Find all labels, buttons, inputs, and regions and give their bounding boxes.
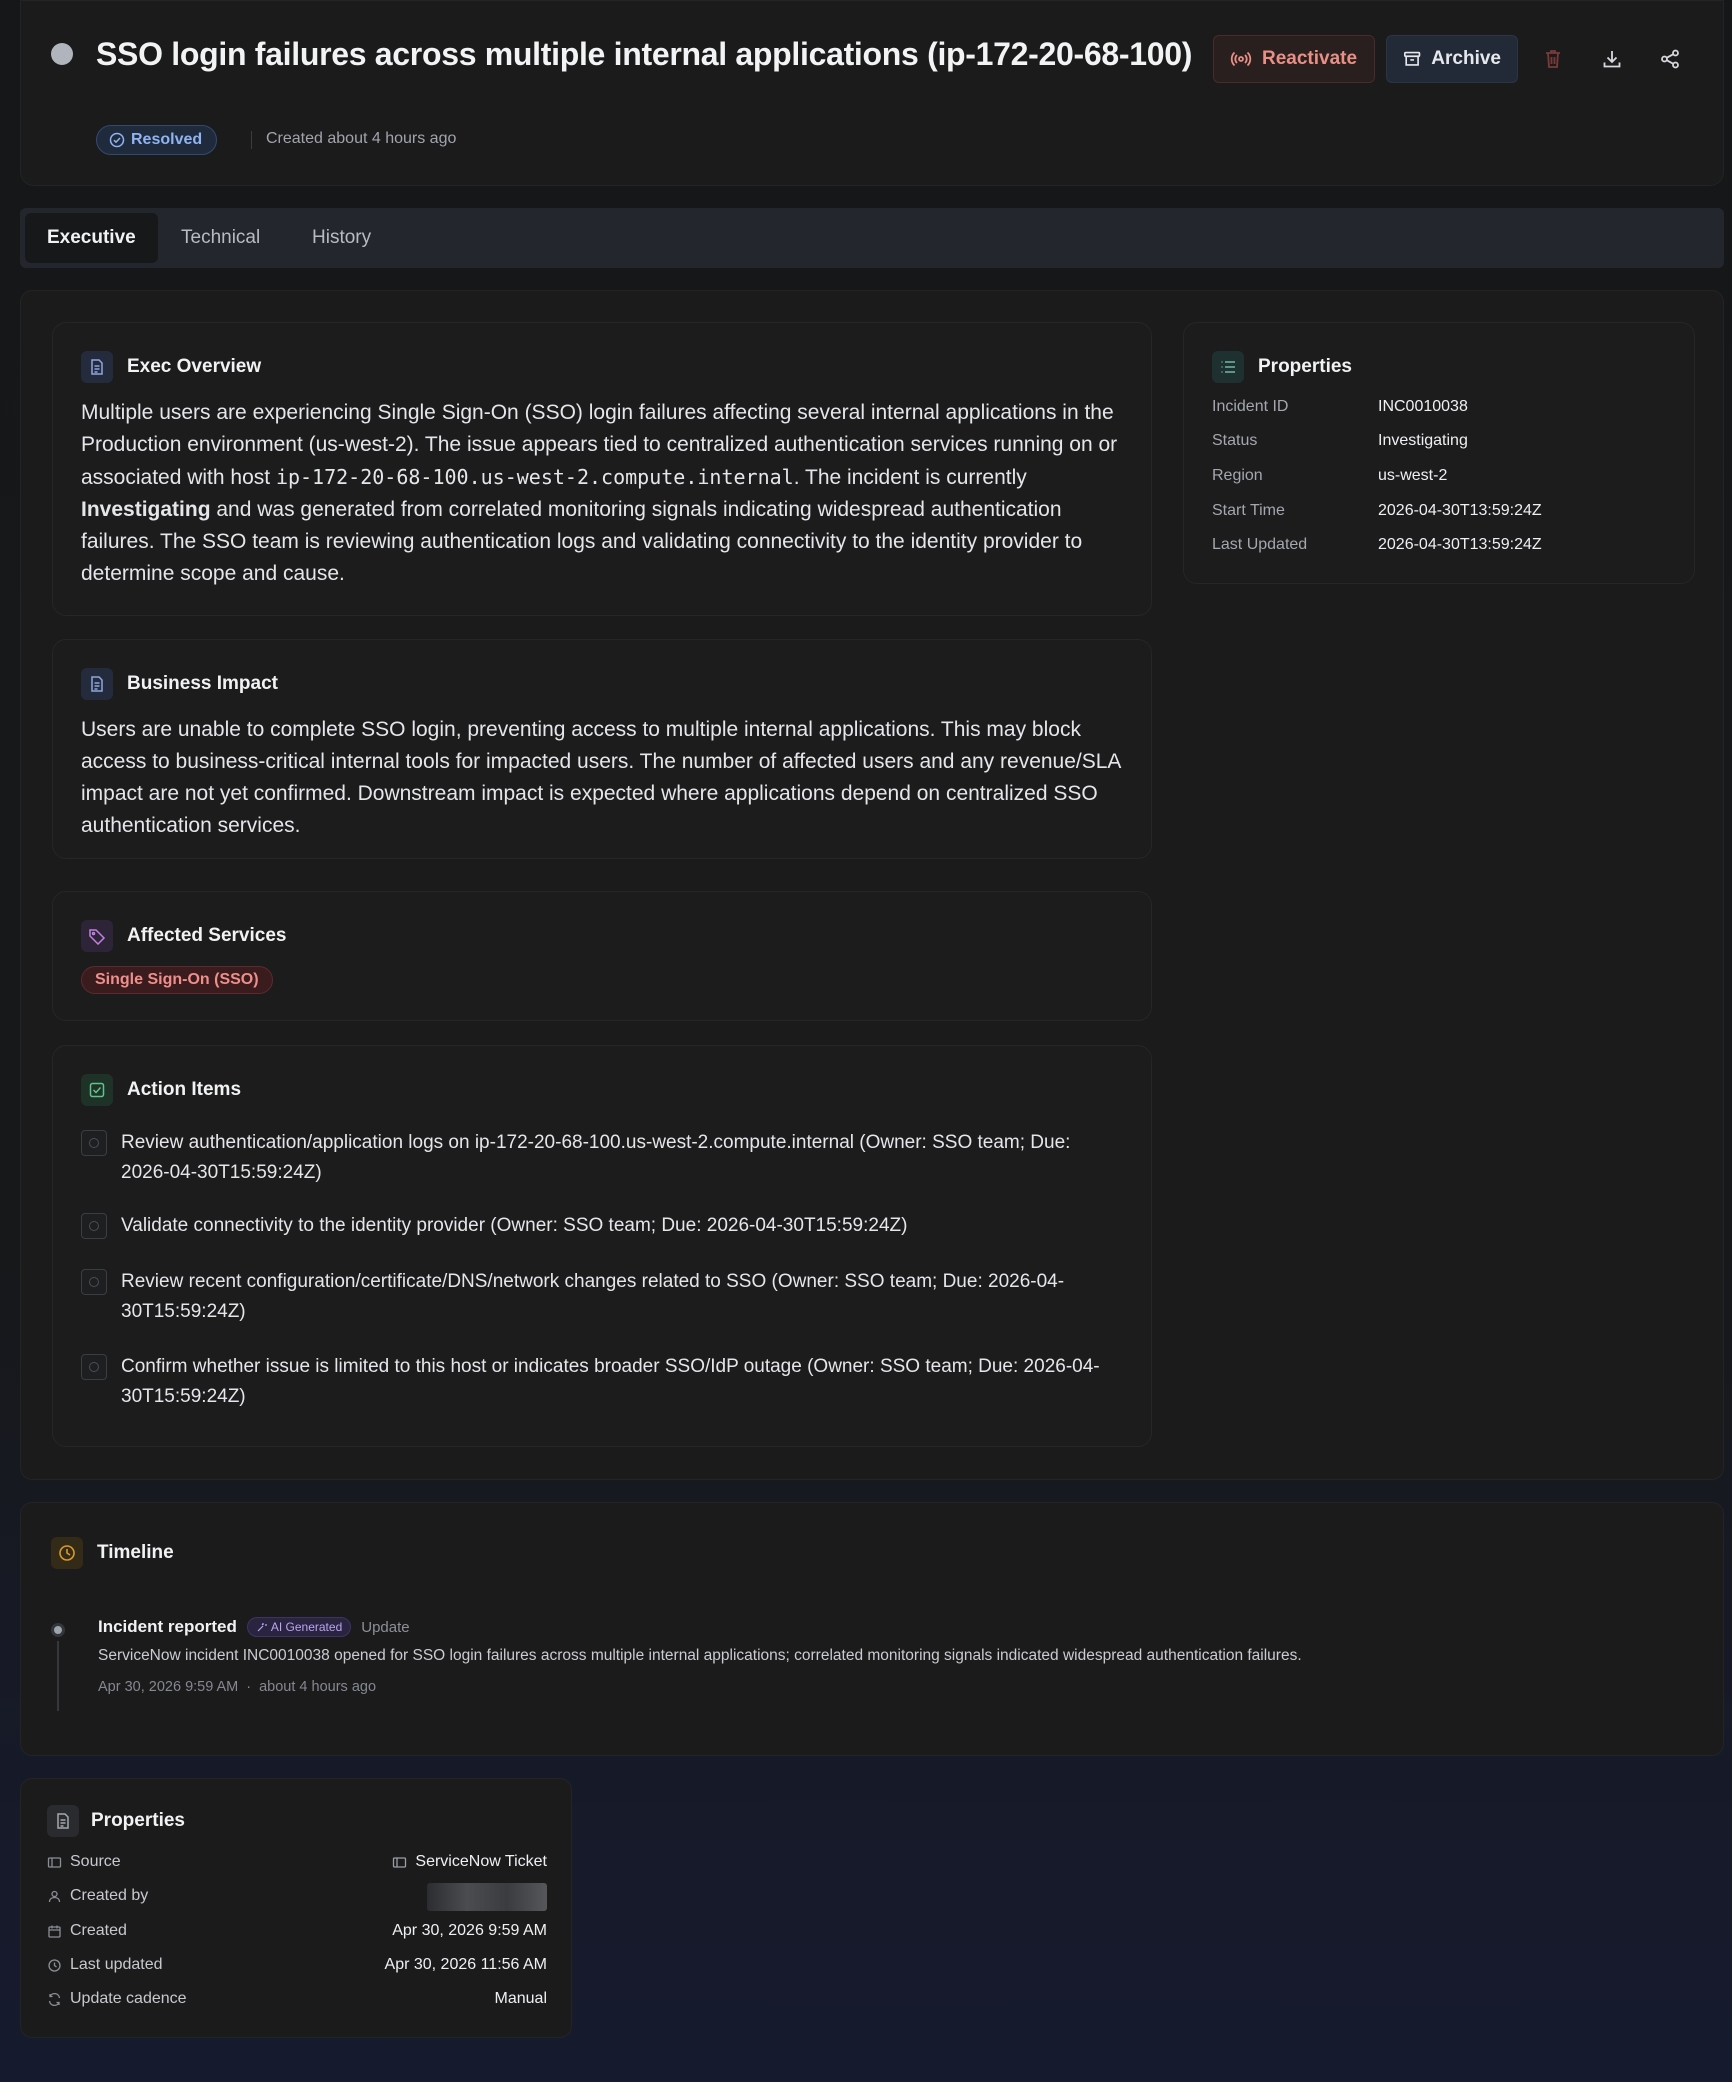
timeline-entry-text: ServiceNow incident INC0010038 opened fo… xyxy=(98,1647,1302,1664)
property-key: Last Updated xyxy=(1212,536,1308,553)
executive-panel: Exec Overview Multiple users are experie… xyxy=(20,290,1724,1480)
tab-technical[interactable]: Technical xyxy=(159,213,282,263)
tab-history[interactable]: History xyxy=(290,213,393,263)
section-title: Affected Services xyxy=(127,925,287,946)
action-item: Review authentication/application logs o… xyxy=(81,1128,1121,1188)
property-row-source: Source ServiceNow Ticket xyxy=(47,1853,547,1877)
tab-executive[interactable]: Executive xyxy=(25,213,158,263)
document-icon xyxy=(81,668,113,700)
property-value: 2026-04-30T13:59:24Z xyxy=(1378,502,1542,519)
property-key: Region xyxy=(1212,467,1263,484)
exec-overview-section: Exec Overview Multiple users are experie… xyxy=(52,322,1152,616)
property-row-created: Created Apr 30, 2026 9:59 AM xyxy=(47,1922,547,1946)
action-item-text: Review authentication/application logs o… xyxy=(121,1132,1071,1183)
status-dot xyxy=(51,43,73,65)
action-checkbox[interactable] xyxy=(81,1213,107,1239)
timeline-dot xyxy=(51,1623,65,1637)
property-row-created-by: Created by xyxy=(47,1883,547,1911)
share-icon[interactable] xyxy=(1656,45,1684,73)
action-item-text: Validate connectivity to the identity pr… xyxy=(121,1215,908,1236)
created-value: Apr 30, 2026 9:59 AM xyxy=(392,1922,547,1939)
action-checkbox[interactable] xyxy=(81,1354,107,1380)
clock-icon xyxy=(51,1537,83,1569)
delete-icon[interactable] xyxy=(1539,45,1567,73)
properties-panel-title: Properties xyxy=(91,1810,185,1831)
ai-generated-badge: AI Generated xyxy=(246,1617,352,1637)
list-icon xyxy=(1212,351,1244,383)
document-icon xyxy=(47,1805,79,1837)
divider xyxy=(251,131,252,149)
archive-icon xyxy=(1404,51,1421,66)
action-item-text: Confirm whether issue is limited to this… xyxy=(121,1356,1100,1407)
download-icon[interactable] xyxy=(1598,45,1626,73)
host-code: ip-172-20-68-100.us-west-2.compute.inter… xyxy=(275,465,794,489)
redacted-avatar xyxy=(427,1883,547,1911)
clock-icon xyxy=(48,1958,61,1972)
last-updated-value: Apr 30, 2026 11:56 AM xyxy=(384,1956,547,1973)
ticket-icon xyxy=(393,1856,407,1868)
timeline-entry-title: Incident reported xyxy=(98,1617,237,1636)
ticket-icon xyxy=(47,1856,62,1868)
section-title: Business Impact xyxy=(127,673,278,694)
action-item: Confirm whether issue is limited to this… xyxy=(81,1352,1121,1412)
page-title: SSO login failures across multiple inter… xyxy=(96,36,1193,72)
refresh-icon xyxy=(48,1992,61,2006)
timeline-line xyxy=(57,1641,59,1711)
property-row-cadence: Update cadence Manual xyxy=(47,1990,547,2014)
action-item-text: Review recent configuration/certificate/… xyxy=(121,1271,1065,1322)
property-key: Start Time xyxy=(1212,502,1285,519)
section-title: Action Items xyxy=(127,1079,242,1100)
property-key: Status xyxy=(1212,432,1258,449)
action-item: Validate connectivity to the identity pr… xyxy=(81,1211,1121,1241)
source-value: ServiceNow Ticket xyxy=(415,1853,547,1870)
section-title: Exec Overview xyxy=(127,356,262,377)
check-circle-icon xyxy=(109,132,125,148)
property-value: INC0010038 xyxy=(1378,398,1468,415)
action-checkbox[interactable] xyxy=(81,1130,107,1156)
timeline-entry-kind: Update xyxy=(361,1618,410,1636)
status-badge: Resolved xyxy=(96,125,218,155)
timeline-entry-meta: Apr 30, 2026 9:59 AM · about 4 hours ago xyxy=(98,1679,377,1695)
property-value: Investigating xyxy=(1378,432,1468,449)
sparkle-icon xyxy=(257,1622,267,1631)
business-impact-section: Business Impact Users are unable to comp… xyxy=(52,639,1152,859)
property-value: 2026-04-30T13:59:24Z xyxy=(1378,536,1542,553)
archive-label: Archive xyxy=(1431,48,1501,69)
user-icon xyxy=(48,1890,61,1902)
section-title: Properties xyxy=(1258,356,1352,377)
broadcast-icon xyxy=(1230,51,1252,67)
service-tag: Single Sign-On (SSO) xyxy=(81,966,273,994)
action-item: Review recent configuration/certificate/… xyxy=(81,1267,1121,1327)
timeline-panel: Timeline Incident reported AI Generated … xyxy=(20,1502,1724,1756)
business-impact-text: Users are unable to complete SSO login, … xyxy=(81,718,1121,837)
exec-overview-text: Multiple users are experiencing Single S… xyxy=(81,401,1118,585)
status-badge-label: Resolved xyxy=(131,131,203,148)
affected-services-section: Affected Services Single Sign-On (SSO) xyxy=(52,891,1152,1021)
timeline-date: Apr 30, 2026 9:59 AM xyxy=(98,1679,239,1695)
calendar-icon xyxy=(48,1925,61,1938)
tag-icon xyxy=(81,920,113,952)
property-key: Incident ID xyxy=(1212,398,1289,415)
cadence-value: Manual xyxy=(494,1990,547,2007)
property-row-last-updated: Last updated Apr 30, 2026 11:56 AM xyxy=(47,1956,547,1980)
action-checkbox[interactable] xyxy=(81,1269,107,1295)
reactivate-label: Reactivate xyxy=(1262,48,1358,69)
action-items-section: Action Items Review authentication/appli… xyxy=(52,1045,1152,1447)
properties-panel: Properties Source ServiceNow Ticket Crea… xyxy=(20,1778,572,2038)
reactivate-button[interactable]: Reactivate xyxy=(1213,35,1375,83)
status-word: Investigating xyxy=(81,498,211,521)
created-time: Created about 4 hours ago xyxy=(266,130,457,147)
incident-header: SSO login failures across multiple inter… xyxy=(20,0,1724,186)
archive-button[interactable]: Archive xyxy=(1386,35,1518,83)
checkbox-icon xyxy=(81,1074,113,1106)
document-icon xyxy=(81,351,113,383)
properties-section: Properties Incident ID INC0010038 Status… xyxy=(1183,322,1695,584)
tab-bar: Executive Technical History xyxy=(20,208,1724,268)
property-value: us-west-2 xyxy=(1378,467,1448,484)
timeline-relative: about 4 hours ago xyxy=(259,1679,377,1695)
timeline-title: Timeline xyxy=(97,1542,174,1563)
